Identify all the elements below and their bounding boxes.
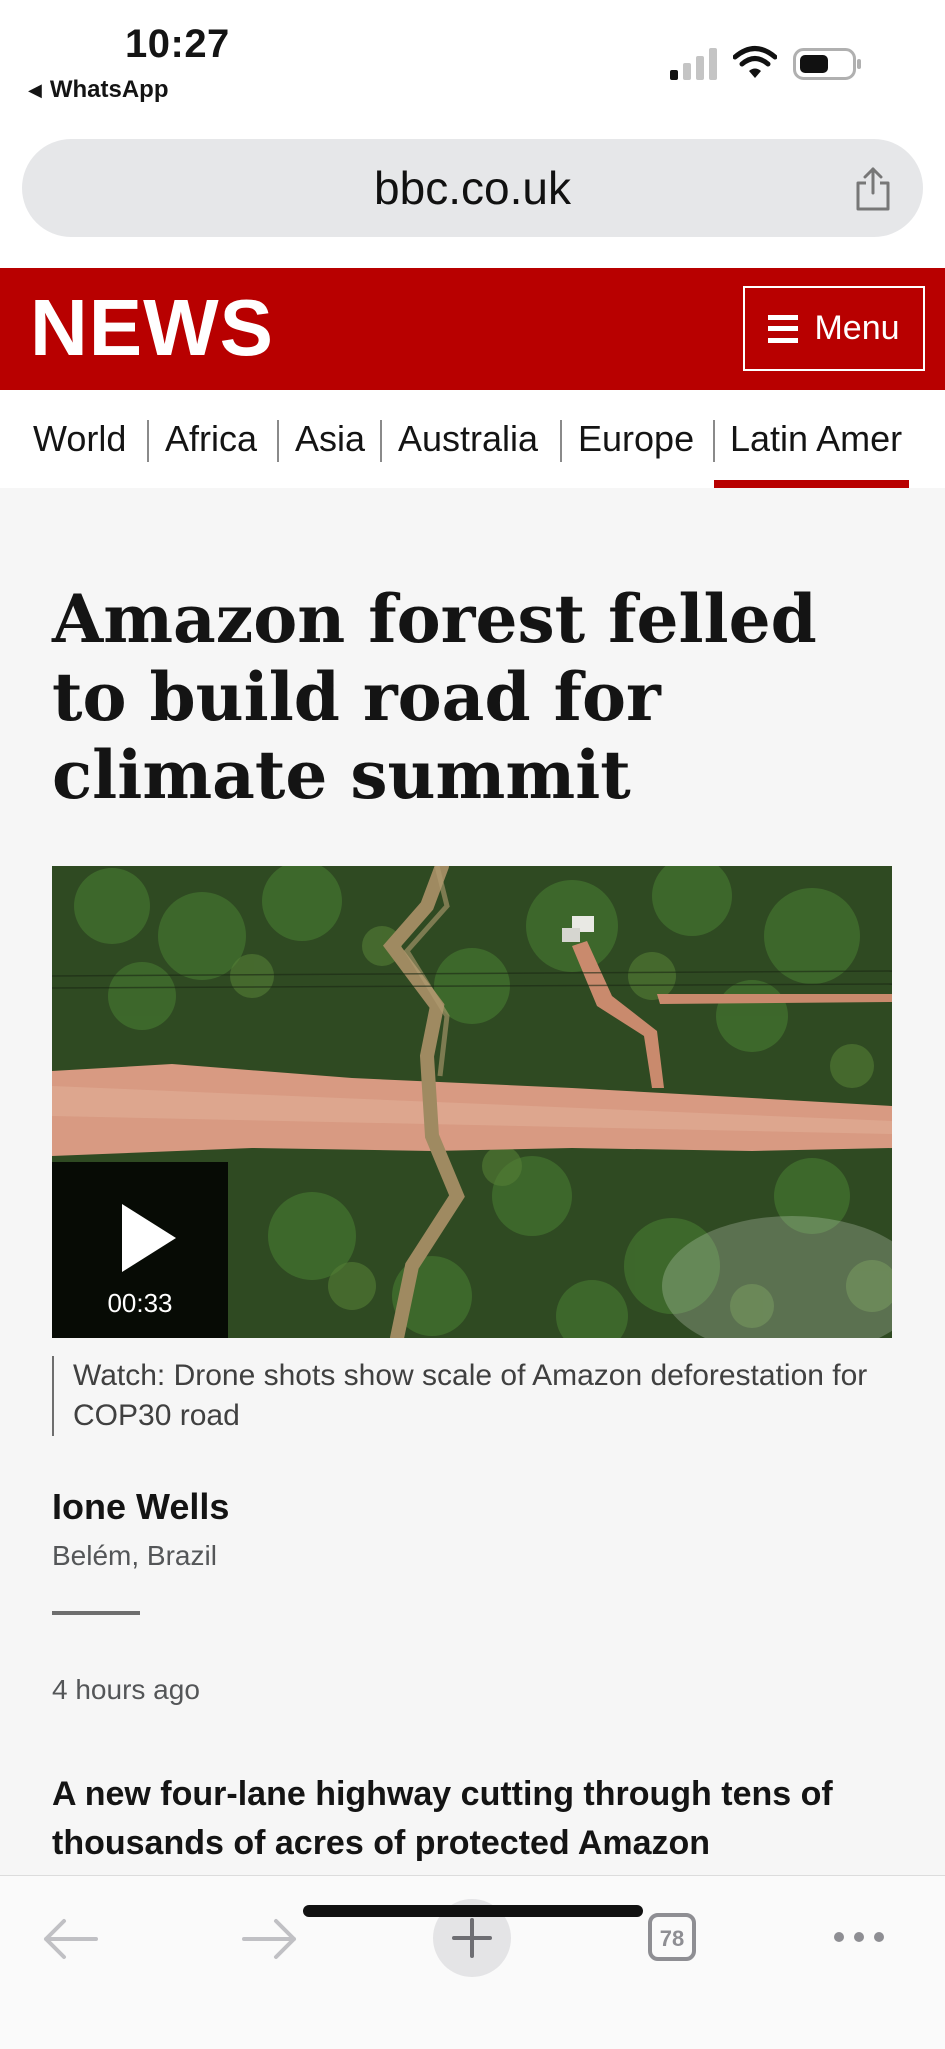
menu-button[interactable]: Menu: [743, 286, 925, 371]
browser-toolbar: 78: [0, 1875, 945, 2049]
forward-arrow-icon[interactable]: [240, 1914, 300, 1964]
article-headline: Amazon forest felled to build road for c…: [52, 580, 817, 814]
nav-item-europe[interactable]: Europe: [578, 418, 694, 460]
article-lead-paragraph: A new four-lane highway cutting through …: [52, 1775, 833, 1862]
active-nav-indicator: [714, 480, 909, 488]
video-player[interactable]: 00:33: [52, 866, 892, 1338]
url-text: bbc.co.uk: [374, 162, 571, 214]
nav-item-latin-america[interactable]: Latin Amer: [730, 418, 902, 460]
cellular-signal-icon: [670, 48, 717, 80]
nav-separator: [713, 420, 715, 462]
play-icon: [122, 1204, 176, 1272]
tab-count: 78: [659, 1926, 685, 1951]
nav-separator: [147, 420, 149, 462]
article-content: Amazon forest felled to build road for c…: [0, 488, 945, 1875]
tabs-button[interactable]: 78: [648, 1913, 696, 1961]
nav-separator: [560, 420, 562, 462]
back-arrow-icon[interactable]: [40, 1914, 100, 1964]
author-location: Belém, Brazil: [52, 1540, 217, 1571]
video-caption: Watch: Drone shots show scale of Amazon …: [52, 1356, 892, 1436]
share-icon[interactable]: [853, 167, 893, 211]
byline-divider: [52, 1611, 140, 1615]
play-button[interactable]: 00:33: [52, 1162, 228, 1338]
article-timestamp: 4 hours ago: [52, 1674, 200, 1705]
hamburger-icon: [768, 314, 799, 343]
section-nav: World Africa Asia Australia Europe Latin…: [0, 390, 945, 489]
author-name: Ione Wells: [52, 1486, 230, 1527]
clock: 10:27: [125, 22, 230, 66]
nav-separator: [380, 420, 382, 462]
bbc-news-header: NEWS Menu: [0, 268, 945, 390]
wifi-icon: [733, 46, 777, 78]
news-logo[interactable]: NEWS: [30, 282, 274, 374]
battery-icon: [793, 48, 861, 80]
menu-label: Menu: [814, 309, 900, 347]
back-to-app-link[interactable]: ◀ WhatsApp: [28, 76, 169, 104]
video-duration: 00:33: [107, 1288, 173, 1318]
back-app-label: WhatsApp: [49, 76, 169, 103]
nav-item-asia[interactable]: Asia: [295, 418, 365, 460]
nav-item-world[interactable]: World: [33, 418, 126, 460]
new-tab-plus-icon: [452, 1918, 492, 1958]
nav-item-africa[interactable]: Africa: [165, 418, 257, 460]
address-bar[interactable]: bbc.co.uk: [22, 139, 923, 237]
back-triangle-icon: ◀: [28, 79, 42, 100]
status-bar: 10:27 ◀ WhatsApp: [0, 0, 945, 130]
more-dots-icon[interactable]: [832, 1924, 886, 1950]
nav-separator: [277, 420, 279, 462]
nav-item-australia[interactable]: Australia: [398, 418, 538, 460]
home-indicator[interactable]: [303, 1905, 643, 1917]
